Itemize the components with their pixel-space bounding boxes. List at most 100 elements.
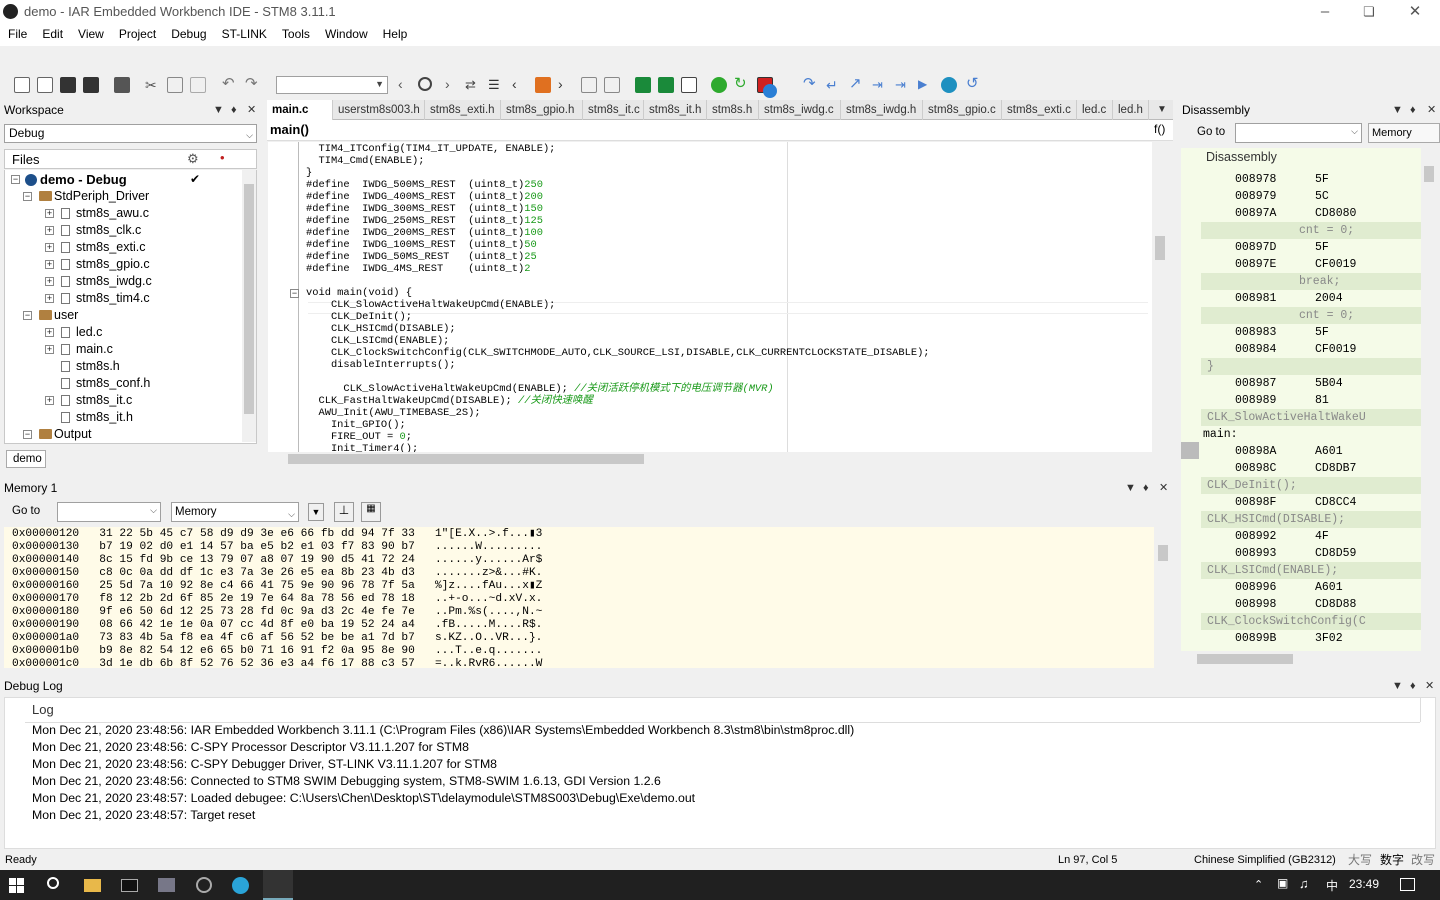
dropdown-icon[interactable]: ▼ — [1392, 676, 1403, 696]
tree-scrollbar[interactable] — [242, 170, 256, 442]
close-icon[interactable]: ✕ — [247, 100, 256, 120]
nav-back-icon[interactable]: ‹ — [512, 77, 528, 93]
menu-project[interactable]: Project — [111, 24, 163, 41]
windows-start-icon[interactable] — [9, 878, 24, 893]
tree-item[interactable]: + stm8s_exti.c — [9, 239, 239, 256]
memory-goto-input[interactable]: ⌵ — [57, 502, 161, 522]
memory-options-icon[interactable]: ▼ — [308, 503, 324, 521]
editor-tab[interactable]: stm8s_it.c — [583, 100, 644, 120]
memory-view[interactable]: 0x00000120 31 22 5b 45 c7 58 d9 d9 3e e6… — [4, 527, 1154, 668]
editor-tab[interactable]: led.c — [1077, 100, 1113, 120]
run-to-cursor-icon[interactable]: ⇥ — [895, 77, 911, 93]
control-panel-icon[interactable] — [158, 878, 175, 892]
terminal-icon[interactable] — [121, 879, 138, 892]
menu-edit[interactable]: Edit — [34, 24, 70, 41]
iar-taskbar-item[interactable] — [263, 870, 293, 900]
ime-indicator[interactable]: 中 — [1326, 877, 1338, 894]
record-icon[interactable]: • — [220, 150, 225, 165]
disassembly-view[interactable]: Disassembly 008978 5F 008979 5C 00897A CD8080… — [1181, 148, 1421, 651]
search-icon[interactable] — [47, 877, 59, 889]
editor-tab[interactable]: stm8s_exti.c — [1002, 100, 1077, 120]
file-explorer-icon[interactable] — [84, 879, 101, 892]
function-list-button[interactable]: f() — [1154, 122, 1165, 136]
close-button[interactable]: ✕ — [1400, 2, 1430, 22]
app-icon[interactable] — [196, 877, 212, 893]
search-icon[interactable] — [418, 77, 432, 91]
cut-icon[interactable]: ✂ — [145, 77, 161, 93]
goto-input[interactable]: ⌵ — [1235, 123, 1362, 143]
break-icon[interactable] — [941, 77, 957, 93]
editor-tab[interactable]: stm8s_exti.h — [425, 100, 501, 120]
menu-st-link[interactable]: ST-LINK — [214, 24, 274, 41]
editor-tab[interactable]: stm8s_iwdg.h — [841, 100, 923, 120]
memory-fill-icon[interactable]: ▦ — [361, 502, 381, 522]
notification-icon[interactable] — [1400, 878, 1415, 891]
close-icon[interactable]: ✕ — [1425, 676, 1434, 696]
fold-icon[interactable]: − — [290, 289, 299, 298]
download-debug-icon[interactable] — [658, 77, 674, 93]
bookmark-list-icon[interactable]: ☰ — [488, 77, 504, 93]
make-icon[interactable] — [604, 77, 620, 93]
tree-item[interactable]: stm8s_it.h — [9, 409, 239, 426]
go-icon[interactable]: ▶ — [918, 77, 934, 93]
step-out-icon[interactable]: ↗ — [849, 76, 865, 93]
tree-item[interactable]: + stm8s_tim4.c — [9, 290, 239, 307]
restart-icon[interactable]: ↻ — [734, 76, 750, 93]
workspace-tab-demo[interactable]: demo — [6, 450, 46, 468]
menu-debug[interactable]: Debug — [163, 24, 213, 41]
pin-icon[interactable]: ♦ — [1410, 100, 1416, 120]
code-editor[interactable]: − TIM4_ITConfig(TIM4_IT_UPDATE, ENABLE);… — [268, 142, 1152, 452]
editor-tab[interactable]: stm8s.h — [707, 100, 759, 120]
editor-tab[interactable]: stm8s_iwdg.c — [759, 100, 841, 120]
close-icon[interactable]: ✕ — [1427, 100, 1436, 120]
menu-file[interactable]: File — [0, 24, 34, 41]
reset-icon[interactable] — [711, 77, 727, 93]
pin-icon[interactable]: ♦ — [231, 100, 237, 120]
goto-icon[interactable]: ⇄ — [465, 77, 481, 93]
code-vscroll[interactable] — [1153, 142, 1167, 452]
tree-item[interactable]: − user — [9, 307, 239, 324]
disassembly-hscroll[interactable] — [1181, 651, 1422, 667]
dropdown-icon[interactable]: ▼ — [1125, 478, 1136, 498]
editor-tab[interactable]: userstm8s003.h — [333, 100, 425, 120]
tree-item[interactable]: + stm8s_it.c — [9, 392, 239, 409]
restore-button[interactable]: ❏ — [1354, 2, 1384, 22]
memory-zone-select[interactable]: Memory ⌵ — [171, 502, 299, 522]
tree-item[interactable]: + stm8s_iwdg.c — [9, 273, 239, 290]
tray-chevron-icon[interactable]: ⌃ — [1254, 878, 1263, 891]
print-icon[interactable] — [114, 77, 130, 93]
new-workspace-icon[interactable] — [14, 77, 30, 93]
tree-item[interactable]: + stm8s_awu.c — [9, 205, 239, 222]
debug-log-view[interactable]: Log Mon Dec 21, 2020 23:48:56: IAR Embed… — [4, 697, 1436, 849]
menu-tools[interactable]: Tools — [274, 24, 317, 41]
close-icon[interactable]: ✕ — [1159, 478, 1168, 498]
editor-tab[interactable]: main.c — [267, 100, 333, 120]
pin-icon[interactable]: ♦ — [1143, 478, 1149, 498]
tree-item[interactable]: + stm8s_clk.c — [9, 222, 239, 239]
dropdown-icon[interactable]: ▼ — [213, 100, 224, 120]
next-icon[interactable]: › — [445, 77, 461, 93]
pin-icon[interactable]: ♦ — [1410, 676, 1416, 696]
nav-forward-icon[interactable]: › — [558, 77, 574, 93]
disassembly-vscroll[interactable] — [1422, 148, 1436, 651]
new-file-icon[interactable] — [37, 77, 53, 93]
save-icon[interactable] — [60, 77, 76, 93]
memory-goto-icon[interactable]: ⊥ — [334, 502, 354, 522]
network-icon[interactable]: ▣ — [1277, 876, 1288, 890]
code-hscroll[interactable] — [268, 452, 1152, 466]
paste-icon[interactable] — [190, 77, 206, 93]
tab-list-icon[interactable]: ▼ — [1157, 100, 1167, 120]
volume-icon[interactable]: ♫ — [1299, 876, 1309, 891]
editor-tab[interactable]: stm8s_gpio.h — [501, 100, 583, 120]
editor-tab[interactable]: stm8s_gpio.c — [923, 100, 1002, 120]
redo-icon[interactable]: ↷ — [245, 76, 261, 93]
tree-item[interactable]: stm8s.h — [9, 358, 239, 375]
undo-icon[interactable]: ↶ — [222, 76, 238, 93]
step-over-icon[interactable]: ↷ — [803, 76, 819, 93]
dropdown-icon[interactable]: ▼ — [1392, 100, 1403, 120]
stop-icon[interactable]: ↺ — [966, 76, 982, 93]
config-select[interactable]: Debug ⌵ — [4, 124, 257, 143]
prev-icon[interactable]: ‹ — [398, 77, 414, 93]
memory-vscroll[interactable] — [1156, 527, 1170, 668]
menu-window[interactable]: Window — [317, 24, 375, 41]
